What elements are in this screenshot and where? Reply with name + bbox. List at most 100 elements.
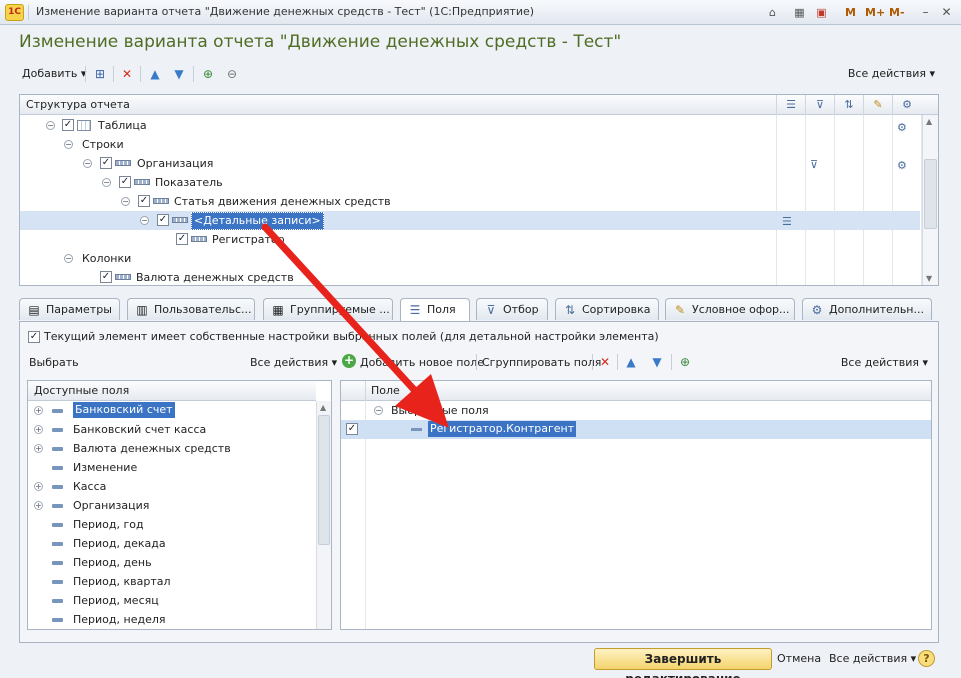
available-field-item[interactable]: Период, день — [28, 553, 316, 572]
available-field-item[interactable]: + Банковский счет — [28, 401, 316, 420]
row-checkbox[interactable]: ✓ — [138, 195, 150, 207]
row-checkbox[interactable]: ✓ — [157, 214, 169, 226]
collapse-toggle[interactable]: − — [83, 159, 92, 168]
selected-fields-list[interactable]: Поле − Выбранные поля ✓ Регистратор.Конт… — [340, 380, 932, 630]
add-new-field-button[interactable]: Добавить новое поле — [360, 356, 484, 369]
tree-row-table[interactable]: − ✓ Таблица ⚙ — [20, 116, 920, 135]
cancel-button[interactable]: Отмена — [777, 652, 821, 665]
collapse-toggle[interactable]: − — [102, 178, 111, 187]
available-field-item[interactable]: Период, месяц — [28, 591, 316, 610]
expand-toggle[interactable]: + — [34, 482, 43, 491]
group-icon[interactable]: ⊕ — [677, 354, 693, 370]
tab-conditional-appearance[interactable]: ✎ Условное офор... — [665, 298, 795, 320]
scroll-thumb[interactable] — [318, 415, 330, 545]
memory-mminus-button[interactable]: M- — [889, 4, 905, 21]
available-field-item[interactable]: Период, год — [28, 515, 316, 534]
expand-toggle[interactable]: + — [34, 406, 43, 415]
available-fields-list[interactable]: Доступные поля ▲ + Банковский счет + Банко… — [27, 380, 332, 630]
other-settings-column-icon[interactable]: ⚙ — [892, 95, 921, 115]
left-all-actions-menu[interactable]: Все действия ▾ — [250, 356, 337, 369]
finish-editing-button[interactable]: Завершить редактирование — [594, 648, 772, 678]
order-column-icon[interactable]: ⇅ — [834, 95, 863, 115]
row-checkbox[interactable]: ✓ — [100, 271, 112, 283]
footer-all-actions-menu[interactable]: Все действия ▾ — [829, 652, 916, 665]
tree-row-rows[interactable]: − Строки — [20, 135, 920, 154]
memory-m-button[interactable]: M — [845, 4, 856, 21]
tree-row-cash-item[interactable]: − ✓ Статья движения денежных средств — [20, 192, 920, 211]
available-field-item[interactable]: + Касса — [28, 477, 316, 496]
collapse-toggle[interactable]: − — [64, 140, 73, 149]
memory-mplus-button[interactable]: M+ — [865, 4, 885, 21]
right-all-actions-menu[interactable]: Все действия ▾ — [841, 356, 928, 369]
own-settings-checkbox[interactable]: ✓ — [28, 331, 40, 343]
row-checkbox[interactable]: ✓ — [100, 157, 112, 169]
move-up-icon[interactable]: ▲ — [147, 66, 163, 82]
tab-parameters[interactable]: ▤ Параметры — [19, 298, 120, 320]
tree-row-detail-records[interactable]: − ✓ <Детальные записи> ☰ — [20, 211, 920, 230]
tab-user-fields[interactable]: ▥ Пользовательс... — [127, 298, 255, 320]
tab-grouping-fields[interactable]: ▦ Группируемые ... — [263, 298, 393, 320]
collapse-toggle[interactable]: − — [64, 254, 73, 263]
available-field-item[interactable]: + Валюта денежных средств — [28, 439, 316, 458]
row-checkbox[interactable]: ✓ — [119, 176, 131, 188]
conditional-appearance-column-icon[interactable]: ✎ — [863, 95, 892, 115]
help-icon[interactable]: ? — [918, 650, 935, 667]
available-field-item[interactable]: Период, квартал — [28, 572, 316, 591]
report-structure-tree[interactable]: Структура отчета ☰ ⊽ ⇅ ✎ ⚙ − ✓ Таблица ⚙… — [19, 94, 939, 286]
close-icon[interactable]: ✕ — [937, 3, 956, 22]
available-field-item[interactable]: Изменение — [28, 458, 316, 477]
available-field-item[interactable]: + Организация — [28, 496, 316, 515]
collapse-toggle[interactable]: − — [374, 406, 383, 415]
ungroup-icon[interactable]: ⊖ — [224, 66, 240, 82]
scroll-thumb[interactable] — [924, 159, 937, 229]
row-checkbox[interactable]: ✓ — [176, 233, 188, 245]
tab-sorting[interactable]: ⇅ Сортировка — [555, 298, 659, 320]
available-fields-scrollbar[interactable]: ▲ — [316, 401, 331, 629]
tree-row-columns[interactable]: − Колонки — [20, 249, 920, 268]
collapse-toggle[interactable]: − — [121, 197, 130, 206]
selected-field-row[interactable]: ✓ Регистратор.Контрагент — [341, 420, 931, 439]
scroll-up-icon[interactable]: ▲ — [320, 403, 326, 412]
all-actions-label: Все действия — [847, 67, 926, 80]
expand-toggle[interactable]: + — [34, 425, 43, 434]
minimize-icon[interactable]: – — [916, 3, 935, 22]
tree-row-organization[interactable]: − ✓ Организация ⊽ ⚙ — [20, 154, 920, 173]
home-icon[interactable]: ⌂ — [764, 4, 781, 21]
group-fields-button[interactable]: Сгруппировать поля — [482, 356, 601, 369]
scroll-down-icon[interactable]: ▼ — [926, 274, 932, 283]
add-field-icon[interactable]: + — [342, 354, 356, 368]
move-down-icon[interactable]: ▼ — [171, 66, 187, 82]
tab-additional[interactable]: ⚙ Дополнительн... — [802, 298, 932, 320]
tab-fields[interactable]: ☰ Поля — [400, 298, 470, 322]
expand-toggle[interactable]: + — [34, 444, 43, 453]
all-actions-menu[interactable]: Все действия ▾ — [848, 67, 935, 80]
delete-icon[interactable]: ✕ — [119, 66, 135, 82]
selected-fields-group-row[interactable]: − Выбранные поля — [341, 401, 931, 420]
row-checkbox[interactable]: ✓ — [62, 119, 74, 131]
tree-row-currency[interactable]: ✓ Валюта денежных средств — [20, 268, 920, 287]
move-down-icon[interactable]: ▼ — [649, 354, 665, 370]
filter-icon[interactable]: ⊽ — [810, 155, 818, 174]
move-up-icon[interactable]: ▲ — [623, 354, 639, 370]
delete-icon[interactable]: ✕ — [597, 354, 613, 370]
collapse-toggle[interactable]: − — [140, 216, 149, 225]
selected-fields-column-icon[interactable]: ☰ — [776, 95, 805, 115]
selected-fields-icon[interactable]: ☰ — [782, 212, 792, 231]
tree-row-registrar[interactable]: ✓ Регистратор — [20, 230, 920, 249]
add-menu-button[interactable]: Добавить ▾ — [22, 67, 86, 80]
structure-scrollbar[interactable]: ▲ ▼ — [922, 115, 938, 285]
available-field-item[interactable]: Период, декада — [28, 534, 316, 553]
calculator-icon[interactable]: ▦ — [791, 4, 808, 21]
available-field-item[interactable]: Период, неделя — [28, 610, 316, 629]
expand-toggle[interactable]: + — [34, 501, 43, 510]
tree-row-indicator[interactable]: − ✓ Показатель — [20, 173, 920, 192]
add-grouping-icon[interactable]: ⊞ — [92, 66, 108, 82]
scroll-up-icon[interactable]: ▲ — [926, 117, 932, 126]
selected-field-checkbox[interactable]: ✓ — [346, 423, 358, 435]
available-field-item[interactable]: + Банковский счет касса — [28, 420, 316, 439]
group-icon[interactable]: ⊕ — [200, 66, 216, 82]
filter-column-icon[interactable]: ⊽ — [805, 95, 834, 115]
tab-filter[interactable]: ⊽ Отбор — [476, 298, 548, 320]
collapse-toggle[interactable]: − — [46, 121, 55, 130]
calendar-icon[interactable]: ▣ — [813, 4, 830, 21]
